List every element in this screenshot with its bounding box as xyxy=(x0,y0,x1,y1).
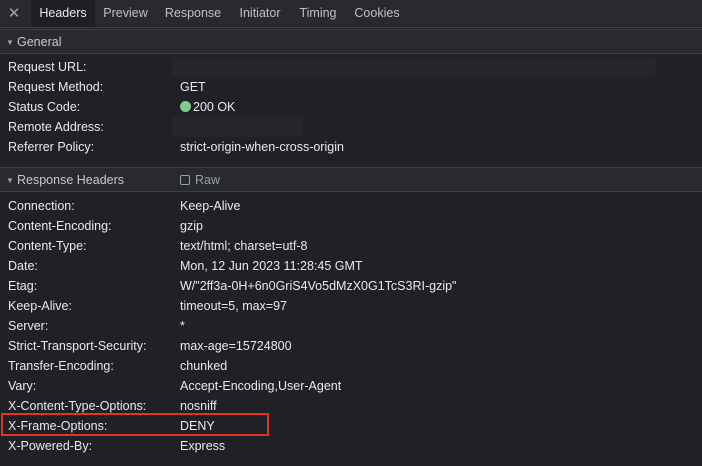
raw-checkbox[interactable] xyxy=(180,175,190,185)
tab-timing[interactable]: Timing xyxy=(292,0,344,27)
header-value[interactable]: Express xyxy=(180,436,225,456)
header-value[interactable]: max-age=15724800 xyxy=(180,336,292,356)
header-name: Transfer-Encoding: xyxy=(8,359,114,373)
general-section-header[interactable]: ▼ General xyxy=(0,29,702,54)
header-value[interactable]: chunked xyxy=(180,356,227,376)
tab-preview[interactable]: Preview xyxy=(96,0,155,27)
collapse-triangle-icon: ▼ xyxy=(6,38,14,47)
header-name: Status Code: xyxy=(8,100,81,114)
header-value[interactable]: Keep-Alive xyxy=(180,196,240,216)
header-name: Date: xyxy=(8,259,38,273)
response-row-content-type: Content-Type: text/html; charset=utf-8 xyxy=(0,236,702,256)
response-row-date: Date: Mon, 12 Jun 2023 11:28:45 GMT xyxy=(0,256,702,276)
response-row-content-encoding: Content-Encoding: gzip xyxy=(0,216,702,236)
header-name: Remote Address: xyxy=(8,120,104,134)
general-row-referrer-policy: Referrer Policy: strict-origin-when-cros… xyxy=(0,137,702,157)
header-name: X-Powered-By: xyxy=(8,439,93,453)
header-value[interactable]: timeout=5, max=97 xyxy=(180,296,287,316)
status-ok-dot-icon xyxy=(180,101,191,112)
header-name: Strict-Transport-Security: xyxy=(8,339,147,353)
general-row-remote-address: Remote Address: xyxy=(0,117,702,137)
header-name: Server: xyxy=(8,319,49,333)
collapse-triangle-icon: ▼ xyxy=(6,176,14,185)
header-name: Request URL: xyxy=(8,60,87,74)
header-name: Etag: xyxy=(8,279,38,293)
general-row-request-url: Request URL: xyxy=(0,57,702,77)
header-value[interactable]: Accept-Encoding,User-Agent xyxy=(180,376,341,396)
response-row-transfer-encoding: Transfer-Encoding: chunked xyxy=(0,356,702,376)
header-value[interactable]: * xyxy=(180,316,185,336)
header-name: Content-Type: xyxy=(8,239,87,253)
header-name: Connection: xyxy=(8,199,75,213)
header-value[interactable]: strict-origin-when-cross-origin xyxy=(180,137,344,157)
response-row-vary: Vary: Accept-Encoding,User-Agent xyxy=(0,376,702,396)
response-headers-section-header[interactable]: ▼ Response Headers Raw xyxy=(0,167,702,192)
tab-initiator[interactable]: Initiator xyxy=(230,0,290,27)
header-value[interactable]: W/"2ff3a-0H+6n0GriS4Vo5dMzX0G1TcS3RI-gzi… xyxy=(180,276,456,296)
header-value[interactable]: GET xyxy=(180,77,206,97)
status-value[interactable]: 200 OK xyxy=(180,97,235,117)
response-headers-section-title: Response Headers xyxy=(17,173,125,187)
response-row-server: Server: * xyxy=(0,316,702,336)
general-row-request-method: Request Method: GET xyxy=(0,77,702,97)
response-row-etag: Etag: W/"2ff3a-0H+6n0GriS4Vo5dMzX0G1TcS3… xyxy=(0,276,702,296)
general-section-title: General xyxy=(17,35,62,49)
status-text: 200 OK xyxy=(193,100,236,114)
close-icon[interactable]: ✕ xyxy=(5,5,23,23)
devtools-tab-bar: ✕ Headers Preview Response Initiator Tim… xyxy=(0,0,702,28)
header-value[interactable]: Mon, 12 Jun 2023 11:28:45 GMT xyxy=(180,256,363,276)
x-frame-options-highlight-box xyxy=(1,413,269,436)
header-value[interactable]: gzip xyxy=(180,216,203,236)
header-name: Content-Encoding: xyxy=(8,219,112,233)
response-row-strict-transport-security: Strict-Transport-Security: max-age=15724… xyxy=(0,336,702,356)
header-value[interactable]: text/html; charset=utf-8 xyxy=(180,236,307,256)
header-name: Referrer Policy: xyxy=(8,140,95,154)
tab-cookies[interactable]: Cookies xyxy=(347,0,407,27)
tab-headers[interactable]: Headers xyxy=(31,0,95,27)
tab-response[interactable]: Response xyxy=(157,0,229,27)
response-row-connection: Connection: Keep-Alive xyxy=(0,196,702,216)
header-name: Vary: xyxy=(8,379,37,393)
response-row-x-powered-by: X-Powered-By: Express xyxy=(0,436,702,456)
response-row-keep-alive: Keep-Alive: timeout=5, max=97 xyxy=(0,296,702,316)
header-name: Request Method: xyxy=(8,80,104,94)
raw-label: Raw xyxy=(195,173,221,187)
general-row-status-code: Status Code: 200 OK xyxy=(0,97,702,117)
header-name: Keep-Alive: xyxy=(8,299,72,313)
